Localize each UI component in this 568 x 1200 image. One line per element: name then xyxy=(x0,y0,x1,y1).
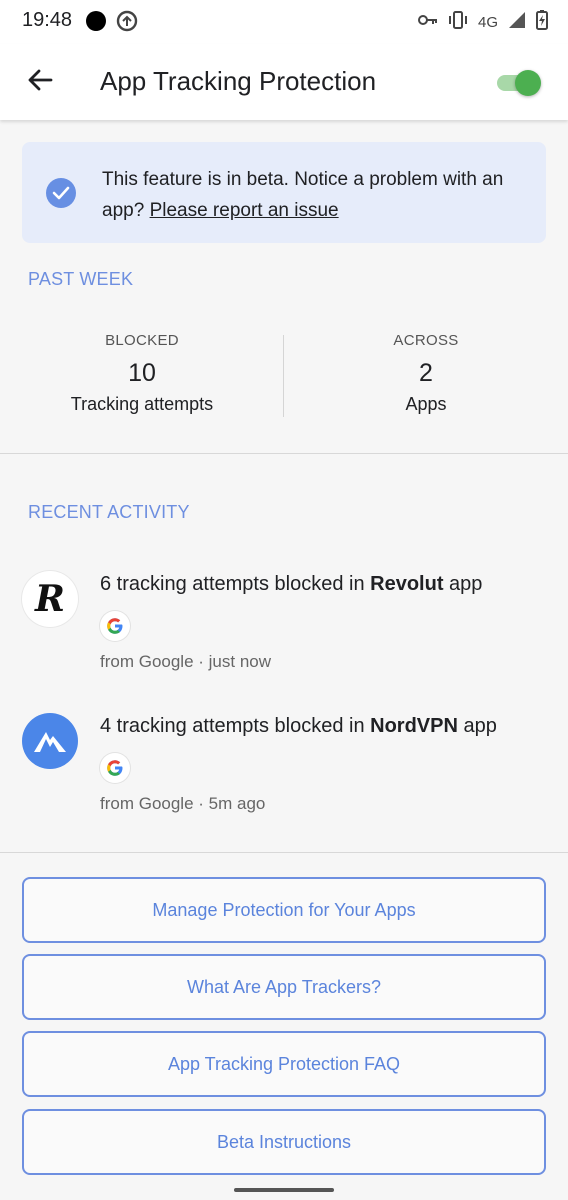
beta-notice-card: This feature is in beta. Notice a proble… xyxy=(22,142,546,243)
vibrate-icon xyxy=(448,11,468,33)
blocked-sub: Tracking attempts xyxy=(70,394,214,414)
activity-app-name: NordVPN xyxy=(370,715,458,737)
apps-count: 2 xyxy=(419,359,433,387)
past-week-heading: PAST WEEK xyxy=(28,269,134,289)
battery-charging-icon xyxy=(536,10,548,34)
toggle-knob xyxy=(515,70,541,96)
blocked-count: 10 xyxy=(128,359,156,387)
activity-app-name: Revolut xyxy=(370,573,444,595)
sync-icon xyxy=(116,10,138,37)
notification-dot-icon xyxy=(86,11,106,31)
status-time: 19:48 xyxy=(22,9,73,31)
back-button[interactable] xyxy=(20,62,60,102)
home-indicator[interactable] xyxy=(234,1188,334,1192)
activity-meta: from Google · 5m ago xyxy=(100,794,266,813)
blocked-stat: BLOCKED 10 Tracking attempts xyxy=(0,320,284,415)
list-item[interactable]: R 6 tracking attempts blocked in Revolut… xyxy=(0,571,568,681)
divider xyxy=(0,852,568,853)
activity-prefix: 6 tracking attempts blocked in xyxy=(100,573,371,595)
stats-panel: BLOCKED 10 Tracking attempts ACROSS 2 Ap… xyxy=(0,320,568,430)
check-circle-icon xyxy=(46,178,76,208)
arrow-back-icon xyxy=(27,69,53,96)
across-label: ACROSS xyxy=(393,332,459,349)
across-stat: ACROSS 2 Apps xyxy=(284,320,568,415)
beta-instructions-button[interactable]: Beta Instructions xyxy=(22,1109,546,1175)
activity-suffix: app xyxy=(443,573,483,595)
revolut-app-icon: R xyxy=(22,571,78,627)
activity-suffix: app xyxy=(457,715,497,737)
blocked-label: BLOCKED xyxy=(105,332,179,349)
google-icon xyxy=(100,753,130,783)
activity-meta: from Google · just now xyxy=(100,652,272,671)
apps-sub: Apps xyxy=(405,394,447,414)
faq-button[interactable]: App Tracking Protection FAQ xyxy=(22,1031,546,1097)
recent-activity-heading: RECENT ACTIVITY xyxy=(28,502,190,522)
status-bar: 19:48 4G xyxy=(0,0,568,44)
nordvpn-app-icon xyxy=(22,713,78,769)
signal-icon xyxy=(508,11,526,33)
report-issue-link[interactable]: Please report an issue xyxy=(150,200,339,221)
list-item[interactable]: 4 tracking attempts blocked in NordVPN a… xyxy=(0,713,568,823)
activity-description: 4 tracking attempts blocked in NordVPN a… xyxy=(100,715,497,738)
app-bar: App Tracking Protection xyxy=(0,44,568,120)
activity-description: 6 tracking attempts blocked in Revolut a… xyxy=(100,573,482,596)
network-type: 4G xyxy=(477,13,498,31)
manage-protection-button[interactable]: Manage Protection for Your Apps xyxy=(22,877,546,943)
google-icon xyxy=(100,611,130,641)
protection-toggle[interactable] xyxy=(497,70,543,96)
vpn-key-icon xyxy=(417,13,438,31)
beta-notice-text: This feature is in beta. Notice a proble… xyxy=(102,164,522,226)
activity-prefix: 4 tracking attempts blocked in xyxy=(100,715,371,737)
revolut-logo-letter: R xyxy=(35,578,65,620)
what-are-trackers-button[interactable]: What Are App Trackers? xyxy=(22,954,546,1020)
stats-divider xyxy=(283,335,284,417)
divider xyxy=(0,453,568,454)
page-title: App Tracking Protection xyxy=(100,66,377,96)
